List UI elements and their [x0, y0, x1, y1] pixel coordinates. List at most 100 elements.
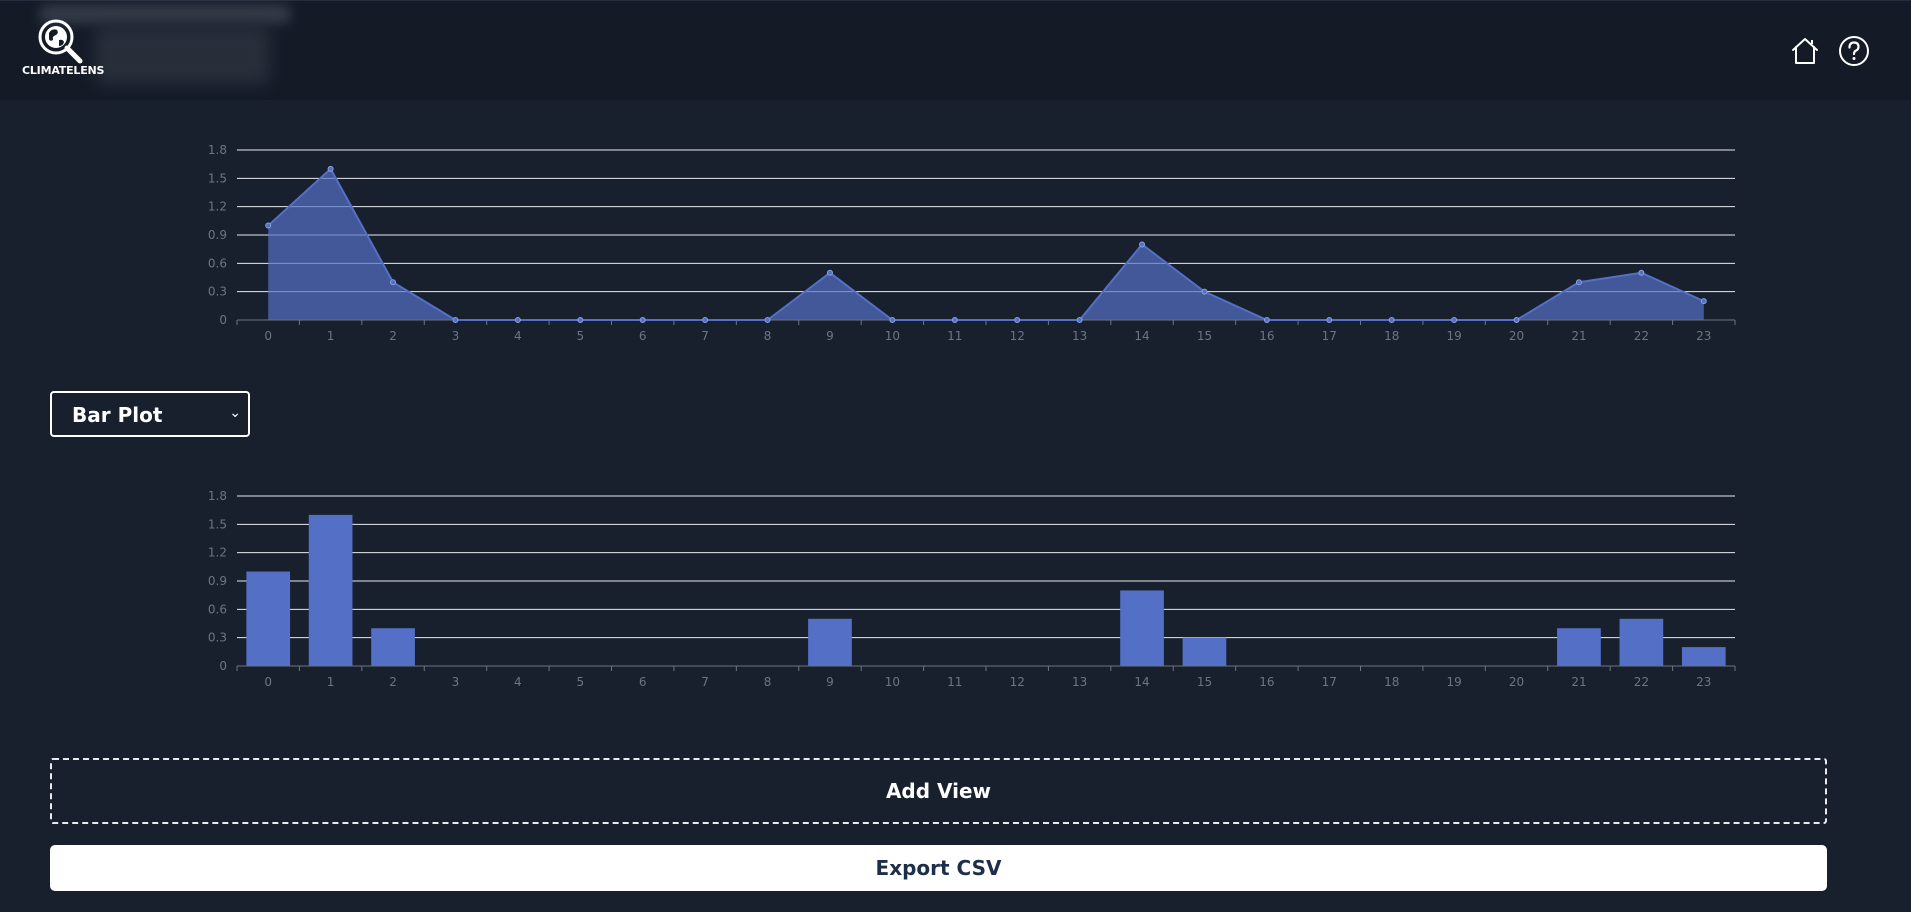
x-tick-label: 22 [1634, 329, 1649, 343]
data-point [577, 317, 584, 323]
data-point [514, 317, 521, 323]
x-tick-label: 19 [1446, 675, 1461, 689]
x-tick-label: 23 [1696, 675, 1711, 689]
data-point [702, 317, 709, 323]
data-point [1326, 317, 1333, 323]
y-tick-label: 0 [219, 659, 227, 673]
data-point [1451, 317, 1458, 323]
y-tick-label: 1.8 [208, 489, 227, 503]
data-point [390, 279, 397, 286]
x-tick-label: 16 [1259, 675, 1274, 689]
bar [246, 571, 291, 666]
data-point [327, 165, 334, 172]
data-point [1139, 241, 1146, 248]
area-chart: 0 0.3 0.6 0.9 1.2 1.5 1.8 0 1 2 3 4 5 6 7 8 9 10 11 12 13 14 1… [195, 130, 1745, 350]
x-tick-label: 18 [1384, 675, 1399, 689]
x-tick-label: 7 [701, 675, 709, 689]
x-tick-label: 20 [1509, 329, 1524, 343]
data-point [889, 317, 896, 323]
app-logo[interactable]: CLIMATELENS [22, 18, 105, 80]
bar [1557, 628, 1601, 666]
bar [1120, 590, 1164, 666]
x-tick-label: 0 [264, 675, 272, 689]
data-point [951, 317, 958, 323]
y-tick-label: 0.3 [208, 631, 227, 645]
data-point [1014, 317, 1021, 323]
x-tick-label: 6 [639, 675, 647, 689]
x-tick-label: 0 [264, 329, 272, 343]
y-tick-label: 0.3 [208, 285, 227, 299]
y-tick-label: 0.6 [208, 256, 227, 270]
help-button[interactable] [1838, 35, 1870, 67]
x-tick-label: 12 [1010, 675, 1025, 689]
data-point [1513, 317, 1520, 323]
x-tick-label: 8 [764, 329, 772, 343]
data-point [1263, 317, 1270, 323]
bar [308, 514, 353, 666]
bar [1619, 618, 1664, 666]
x-tick-label: 17 [1322, 329, 1337, 343]
bar [1182, 637, 1227, 666]
x-tick-label: 10 [885, 329, 900, 343]
bar [371, 628, 415, 666]
export-csv-button[interactable]: Export CSV [50, 845, 1827, 891]
x-tick-label: 6 [639, 329, 647, 343]
x-tick-label: 12 [1010, 329, 1025, 343]
x-tick-label: 14 [1134, 329, 1149, 343]
bar [808, 618, 852, 666]
x-tick-label: 11 [947, 329, 962, 343]
app-logo-text: CLIMATELENS [22, 64, 105, 77]
y-tick-label: 0.6 [208, 602, 227, 616]
x-tick-label: 15 [1197, 329, 1212, 343]
data-point [452, 317, 459, 323]
x-tick-label: 2 [389, 675, 397, 689]
area-chart-svg: 00.30.60.91.21.51.80 1 2 3 4 5 6 7 8 9 10 11 12 13 14 1… [208, 143, 1736, 343]
x-tick-label: 11 [947, 675, 962, 689]
x-tick-label: 20 [1509, 675, 1524, 689]
x-tick-label: 10 [885, 675, 900, 689]
data-point [265, 222, 272, 229]
y-tick-label: 0.9 [208, 228, 227, 242]
data-point [1575, 279, 1582, 286]
top-bar: CLIMATELENS [0, 0, 1911, 100]
add-view-button[interactable]: Add View [50, 758, 1827, 824]
x-tick-label: 17 [1322, 675, 1337, 689]
data-point [1201, 288, 1208, 295]
data-point [1638, 269, 1645, 276]
x-tick-label: 18 [1384, 329, 1399, 343]
redacted-subtitle [95, 26, 270, 84]
home-button[interactable] [1789, 35, 1821, 67]
series-line [267, 167, 1705, 321]
data-point [764, 317, 771, 323]
area-fill [268, 168, 1704, 320]
home-icon [1792, 38, 1818, 64]
x-tick-label: 8 [764, 675, 772, 689]
y-tick-label: 1.8 [208, 143, 227, 157]
x-tick-label: 4 [514, 329, 522, 343]
x-tick-label: 22 [1634, 675, 1649, 689]
x-tick-label: 23 [1696, 329, 1711, 343]
x-tick-label: 3 [452, 675, 460, 689]
plot-type-select-value: Bar Plot [72, 403, 163, 427]
y-tick-label: 0 [219, 313, 227, 327]
y-tick-label: 1.5 [208, 517, 227, 531]
y-tick-label: 1.5 [208, 171, 227, 185]
x-tick-label: 9 [826, 675, 834, 689]
x-tick-label: 13 [1072, 675, 1087, 689]
globe-search-icon [38, 19, 83, 64]
x-tick-label: 15 [1197, 675, 1212, 689]
x-tick-label: 1 [327, 675, 335, 689]
data-point [1388, 317, 1395, 323]
x-tick-label: 13 [1072, 329, 1087, 343]
data-point [1700, 298, 1707, 305]
help-icon [1839, 36, 1869, 66]
x-tick-label: 21 [1571, 675, 1586, 689]
x-tick-label: 19 [1446, 329, 1461, 343]
bar-chart-svg: 00.30.60.91.21.51.80 1 2 3 4 5 6 7 8 9 10 11 12 13 14 1… [208, 489, 1736, 689]
data-point [826, 269, 833, 276]
plot-type-select[interactable]: Bar Plot ⌄ [50, 391, 250, 437]
x-tick-label: 3 [452, 329, 460, 343]
data-point [1076, 317, 1083, 323]
x-tick-label: 4 [514, 675, 522, 689]
x-tick-label: 2 [389, 329, 397, 343]
